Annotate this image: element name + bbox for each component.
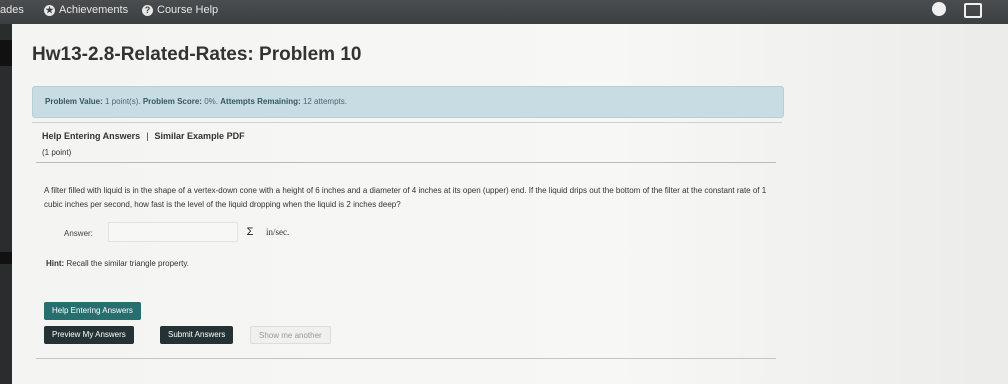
help-entering-answers-link[interactable]: Help Entering Answers <box>42 131 140 141</box>
link-separator: | <box>146 131 149 141</box>
nav-grades-label: ades <box>0 4 24 16</box>
problem-score-label: Problem Score: <box>142 97 202 106</box>
help-entering-answers-button[interactable]: Help Entering Answers <box>44 302 141 320</box>
problem-statement: A filter filled with liquid is in the sh… <box>44 186 767 209</box>
show-another-button[interactable]: Show me another <box>250 326 331 344</box>
answer-input-wrapper <box>108 222 238 242</box>
problem-value: 1 point(s). <box>105 97 141 106</box>
similar-example-pdf-link[interactable]: Similar Example PDF <box>155 131 245 141</box>
nav-achievements-label: Achievements <box>59 4 129 16</box>
problem-points: (1 point) <box>42 148 72 157</box>
divider <box>36 358 776 359</box>
user-icon[interactable] <box>932 2 946 16</box>
page-title: Hw13-2.8-Related-Rates: Problem 10 <box>32 44 362 65</box>
star-circle-icon: ★ <box>44 4 55 16</box>
answer-label: Answer: <box>64 229 93 238</box>
hint: Hint: Recall the similar triangle proper… <box>46 259 189 268</box>
submit-answers-button[interactable]: Submit Answers <box>160 326 234 344</box>
preview-answers-button[interactable]: Preview My Answers <box>44 326 134 344</box>
problem-info-bar: Problem Value: 1 point(s). Problem Score… <box>32 86 784 118</box>
nav-achievements-link[interactable]: ★ Achievements <box>44 4 128 16</box>
problem-value-label: Problem Value: <box>45 97 103 106</box>
hint-text: Recall the similar triangle property. <box>66 259 190 268</box>
attempts-label: Attempts Remaining: <box>220 97 301 106</box>
window-icon[interactable] <box>964 3 982 18</box>
nav-course-help-label: Course Help <box>157 4 219 16</box>
top-navigation-bar: ades ★ Achievements ? Course Help <box>0 0 1008 24</box>
answer-units: in/sec. <box>266 227 290 237</box>
divider <box>36 162 776 163</box>
attempts-remaining: 12 attempts. <box>302 97 347 106</box>
answer-input[interactable] <box>109 224 237 242</box>
nav-course-help-link[interactable]: ? Course Help <box>142 4 218 16</box>
question-circle-icon: ? <box>142 4 153 16</box>
hint-label: Hint: <box>46 259 65 268</box>
problem-score: 0%. <box>204 97 219 106</box>
sigma-icon[interactable]: Σ <box>242 224 258 240</box>
divider <box>32 122 782 123</box>
problem-info-text: Problem Value: 1 point(s). Problem Score… <box>45 97 347 106</box>
nav-grades-link[interactable]: ades <box>0 4 24 16</box>
problem-links: Help Entering Answers | Similar Example PD… <box>42 131 245 141</box>
